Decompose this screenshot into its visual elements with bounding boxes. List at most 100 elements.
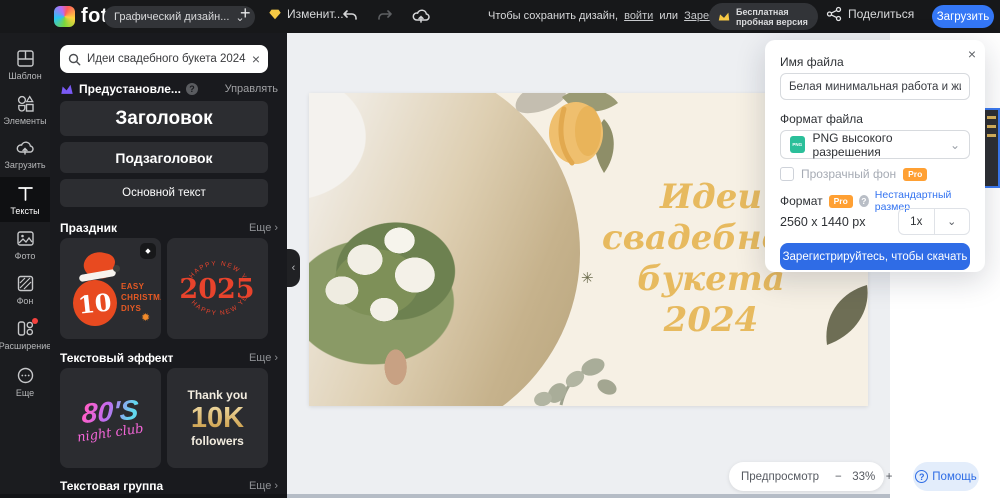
new-design-button[interactable]: +	[240, 3, 251, 24]
sidebar-item-extensions[interactable]: Расширение	[0, 312, 52, 357]
trial-line1: Бесплатная	[736, 6, 789, 17]
section-title: Текстовый эффект	[60, 351, 174, 365]
design-type-dropdown[interactable]: Графический дизайн... ⌄	[104, 6, 255, 28]
sidebar-item-photos[interactable]: Фото	[0, 222, 50, 267]
sidebar-item-upload[interactable]: Загрузить	[0, 132, 50, 177]
sidebar-item-texts[interactable]: Тексты	[0, 177, 50, 222]
size-section-label: Формат	[780, 194, 823, 208]
question-icon[interactable]: ?	[185, 83, 198, 95]
sidebar-item-templates[interactable]: Шаблон	[0, 42, 50, 87]
preview-button[interactable]: Предпросмотр	[741, 471, 819, 483]
elements-icon	[17, 94, 34, 112]
template-card-80s[interactable]: 80'S night club	[60, 368, 161, 468]
upload-icon	[16, 141, 34, 155]
share-button[interactable]: Поделиться	[826, 6, 914, 22]
upgrade-button[interactable]: Изменит...	[268, 7, 344, 21]
gem-icon	[269, 9, 281, 20]
free-trial-button[interactable]: Бесплатная пробная версия	[709, 3, 818, 30]
chevron-right-icon: ›	[274, 480, 278, 492]
more-link[interactable]: Еще ›	[249, 480, 278, 492]
diamond-badge-icon: ◆	[140, 243, 156, 259]
clear-search-icon[interactable]: ×	[252, 51, 260, 67]
more-link[interactable]: Еще ›	[249, 222, 278, 234]
sidebar-label: Фото	[14, 250, 36, 261]
login-link[interactable]: войти	[624, 10, 653, 22]
add-subheading-button[interactable]: Подзаголовок	[60, 142, 268, 173]
file-format-value: PNG высокого разрешения	[812, 130, 893, 159]
sidebar-label: Шаблон	[8, 70, 42, 81]
search-icon	[68, 53, 81, 65]
search-box[interactable]: ×	[60, 45, 268, 73]
sidebar-label: Еще	[15, 387, 35, 398]
add-heading-button[interactable]: Заголовок	[60, 101, 268, 136]
olive-leaf-illustration[interactable]	[821, 283, 868, 349]
or-text: или	[659, 10, 679, 22]
tulip-illustration[interactable]	[534, 93, 622, 181]
share-label: Поделиться	[848, 7, 915, 21]
add-body-text-button[interactable]: Основной текст	[60, 179, 268, 207]
upgrade-label: Изменит...	[287, 7, 344, 21]
question-icon: ?	[915, 470, 929, 483]
sidebar-item-background[interactable]: Фон	[0, 267, 50, 312]
thankyou-line1: Thank you	[187, 388, 248, 402]
splat-icon: ✹	[141, 312, 151, 324]
section-text-effect: Текстовый эффект Еще ›	[60, 351, 278, 365]
sidebar-item-elements[interactable]: Элементы	[0, 87, 50, 132]
template-card-10k[interactable]: Thank you 10K followers	[167, 368, 268, 468]
size-value-row: 2560 x 1440 px 1x ⌄	[780, 208, 970, 235]
chevron-right-icon: ›	[274, 352, 278, 364]
help-label: Помощь	[932, 470, 977, 483]
notification-dot	[32, 318, 38, 324]
question-icon[interactable]: ?	[858, 195, 869, 207]
trial-line2: пробная версия	[736, 16, 808, 27]
background-icon	[17, 275, 33, 291]
fotor-logo-icon	[54, 6, 75, 27]
texts-panel: × Предустановле... ? Управлять Заголовок…	[50, 33, 287, 494]
template-card-newyear[interactable]: HAPPY NEW YEAR HAPPY NEW YEAR 2025	[167, 238, 268, 339]
section-text-group: Текстовая группа Еще ›	[60, 479, 278, 493]
sidebar-label: Тексты	[10, 205, 40, 216]
zoom-value[interactable]: 33%	[850, 471, 878, 483]
sparkle-icon[interactable]: ✳	[581, 269, 594, 287]
close-icon[interactable]: ×	[968, 46, 976, 62]
sidebar-item-more[interactable]: Еще	[0, 359, 50, 404]
cloud-upload-button[interactable]	[410, 7, 432, 27]
presets-title: Предустановле...	[79, 82, 181, 96]
file-format-select[interactable]: PNG PNG высокого разрешения ⌄	[780, 130, 970, 159]
thankyou-line3: followers	[191, 434, 244, 448]
template-card-christmas[interactable]: ◆ 10 EASY CHRISTMAS DIYS ✹	[60, 238, 161, 339]
zoom-out-button[interactable]: −	[835, 471, 842, 483]
christmas-number: 10	[73, 280, 117, 326]
transparent-bg-row: Прозрачный фон Pro	[780, 167, 928, 181]
undo-button[interactable]	[338, 7, 360, 27]
sage-plant-illustration[interactable]	[531, 347, 623, 406]
zoom-in-button[interactable]: +	[886, 471, 893, 483]
more-link[interactable]: Еще ›	[249, 352, 278, 364]
santa-hat-pom	[113, 265, 120, 272]
manage-link[interactable]: Управлять	[225, 83, 278, 95]
crown-icon	[718, 12, 730, 20]
newyear-art: HAPPY NEW YEAR HAPPY NEW YEAR 2025	[167, 238, 255, 317]
redo-button[interactable]	[375, 7, 397, 27]
download-button[interactable]: Загрузить	[932, 5, 994, 28]
christmas-text: EASY CHRISTMAS DIYS	[121, 282, 161, 313]
crown-icon	[61, 84, 73, 94]
pro-badge: Pro	[828, 194, 853, 208]
multiplier-value: 1x	[910, 215, 923, 228]
sidebar-label: Фон	[16, 295, 34, 306]
thankyou-line2: 10K	[190, 402, 245, 434]
size-value: 2560 x 1440 px	[780, 214, 866, 229]
file-name-field[interactable]	[780, 73, 970, 100]
sidebar-label: Загрузить	[4, 160, 46, 170]
sidebar-label: Расширение	[0, 340, 52, 351]
help-button[interactable]: ? Помощь	[913, 462, 979, 491]
fotor-editor: fotor Графический дизайн... ⌄ + Изменит.…	[0, 0, 1000, 498]
transparent-bg-label: Прозрачный фон	[801, 167, 897, 181]
collapse-panel-handle[interactable]: ‹	[287, 249, 300, 287]
search-input[interactable]	[87, 53, 246, 65]
register-to-download-button[interactable]: Зарегистрируйтесь, чтобы скачать	[780, 243, 970, 270]
download-dialog: × Имя файла Формат файла PNG PNG высоког…	[765, 40, 985, 272]
bottom-edge-gray	[287, 494, 890, 498]
multiplier-dropdown[interactable]: 1x ⌄	[898, 208, 970, 235]
transparent-bg-checkbox[interactable]	[780, 167, 794, 181]
